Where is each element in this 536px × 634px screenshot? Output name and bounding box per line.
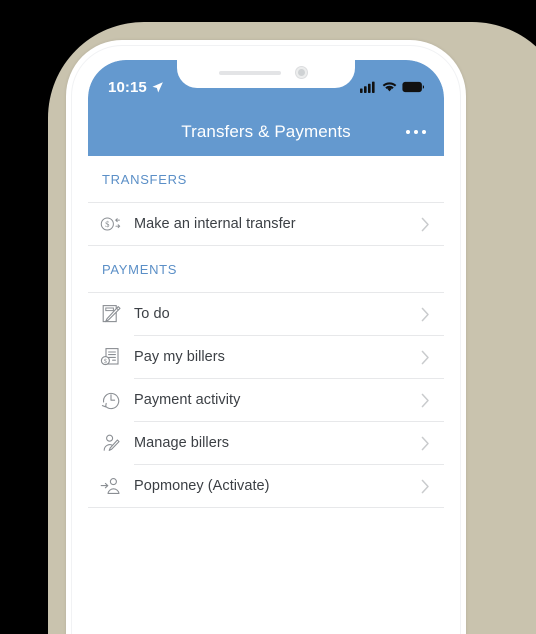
chevron-right-icon — [421, 479, 429, 493]
clock-history-icon — [100, 389, 134, 411]
list-item-popmoney-activate[interactable]: Popmoney (Activate) — [88, 465, 444, 507]
list-item-pay-my-billers[interactable]: $ Pay my billers — [88, 336, 444, 378]
svg-text:$: $ — [104, 358, 107, 365]
list-item-label: Payment activity — [134, 392, 241, 408]
chevron-right-icon — [421, 436, 429, 450]
overflow-menu-icon[interactable] — [402, 124, 430, 140]
page-title: Transfers & Payments — [181, 122, 351, 141]
chevron-right-icon — [421, 307, 429, 321]
list-item-label: Popmoney (Activate) — [134, 478, 270, 494]
status-bar-left: 10:15 — [108, 79, 164, 96]
invoice-dollar-icon: $ — [100, 346, 134, 368]
list-item-label: Manage billers — [134, 435, 229, 451]
person-arrow-in-icon — [100, 475, 134, 497]
wifi-icon — [382, 82, 397, 92]
list-item-to-do[interactable]: To do — [88, 293, 444, 335]
chevron-right-icon — [421, 217, 429, 231]
person-pencil-icon — [100, 432, 134, 454]
battery-full-icon — [402, 81, 424, 93]
chevron-right-icon — [421, 393, 429, 407]
chevron-right-icon — [421, 350, 429, 364]
list-item-manage-billers[interactable]: Manage billers — [88, 422, 444, 464]
cellular-signal-icon — [360, 81, 375, 93]
overflow-dot — [414, 130, 418, 134]
notepad-pencil-icon — [100, 303, 134, 325]
list-item-label: To do — [134, 306, 170, 322]
dollar-transfer-icon: $ — [100, 214, 134, 234]
overflow-dot — [406, 130, 410, 134]
status-bar: 10:15 — [88, 74, 444, 100]
list-item-label: Pay my billers — [134, 349, 225, 365]
phone-screen: 10:15 Transfers & Payments TRANSFERS $ M… — [88, 60, 444, 634]
list-item-make-internal-transfer[interactable]: $ Make an internal transfer — [88, 203, 444, 245]
screenshot-stage: 10:15 Transfers & Payments TRANSFERS $ M… — [0, 0, 536, 634]
status-bar-right — [360, 81, 424, 93]
list-item-label: Make an internal transfer — [134, 216, 296, 232]
svg-text:$: $ — [105, 219, 110, 229]
list-bottom-spacer — [88, 508, 444, 634]
list-item-payment-activity[interactable]: Payment activity — [88, 379, 444, 421]
status-time: 10:15 — [108, 78, 147, 96]
location-arrow-icon — [152, 81, 163, 93]
overflow-dot — [422, 130, 426, 134]
section-header-payments: PAYMENTS — [88, 246, 444, 292]
settings-list: TRANSFERS $ Make an internal transfer PA… — [88, 156, 444, 634]
navigation-bar: Transfers & Payments — [88, 108, 444, 156]
section-header-transfers: TRANSFERS — [88, 156, 444, 202]
